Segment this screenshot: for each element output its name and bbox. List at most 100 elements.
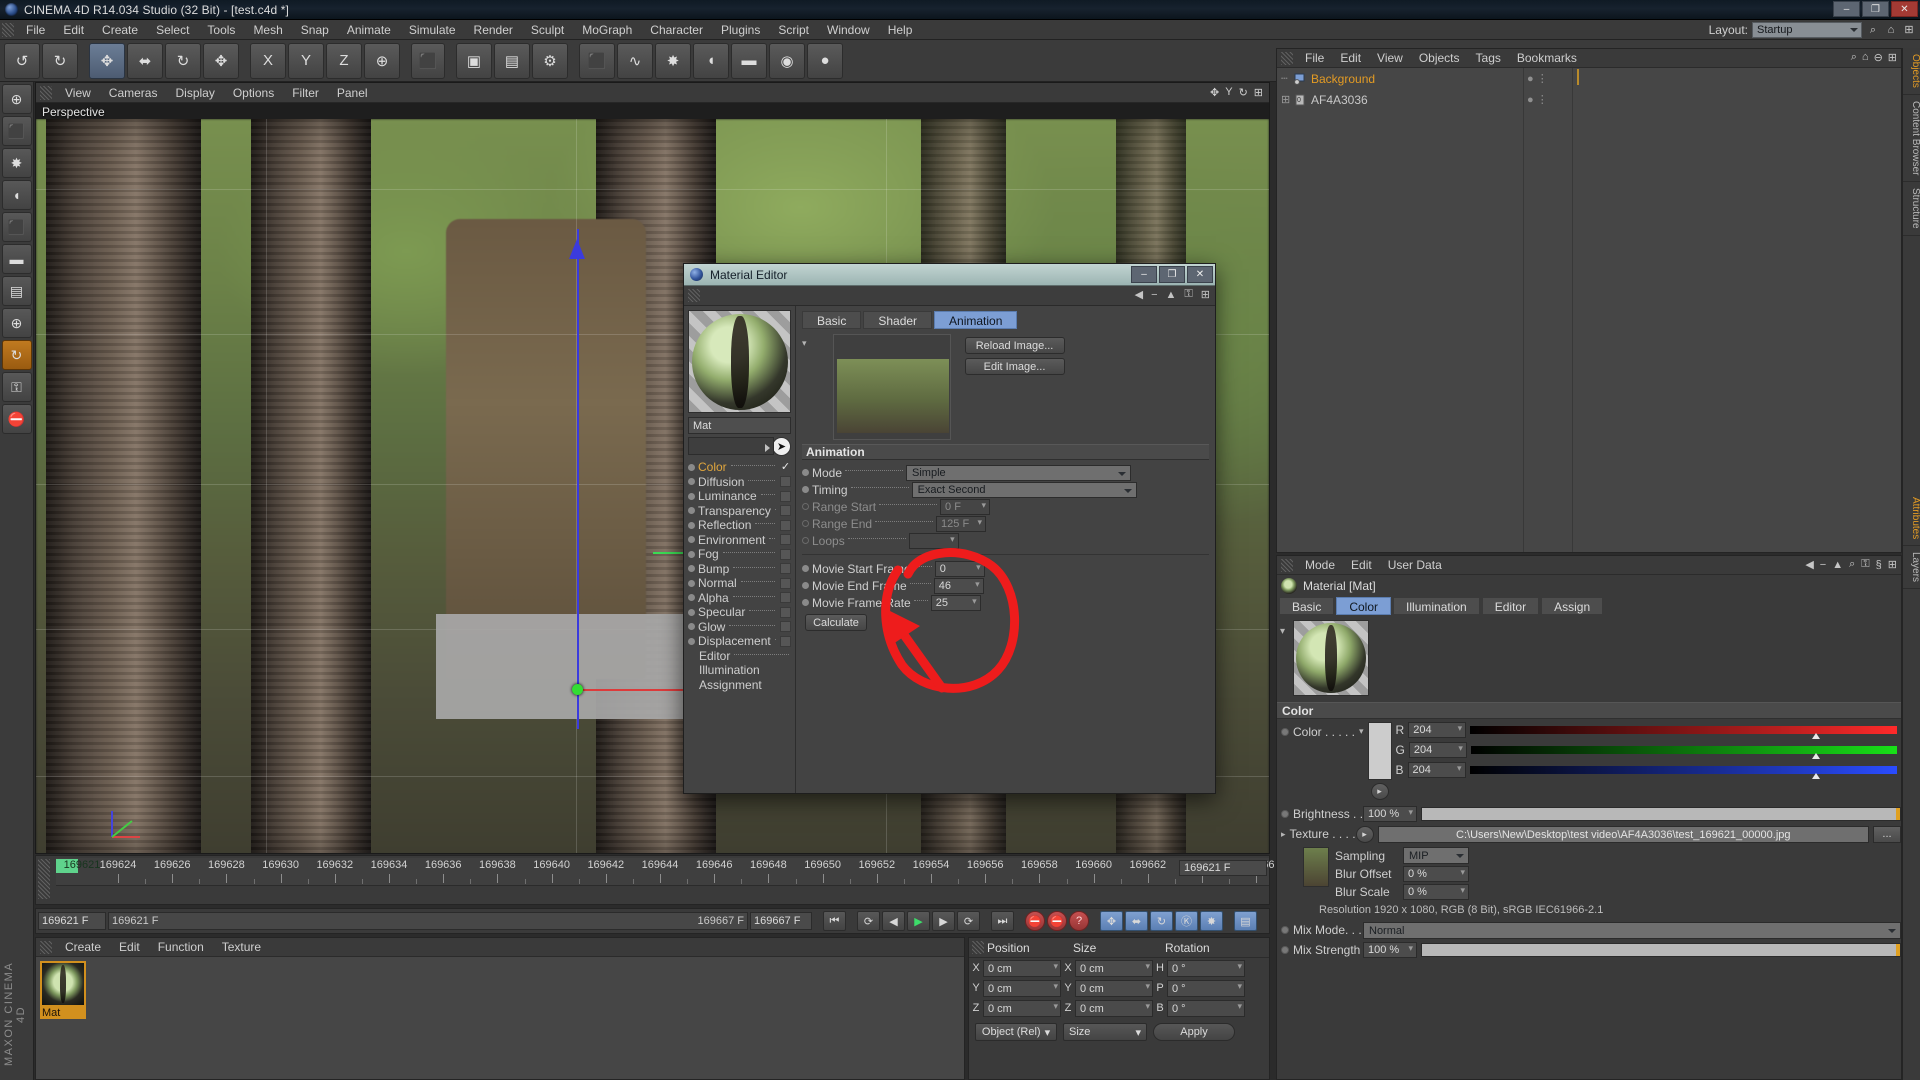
size-z-input[interactable]: 0 cm ▾ — [1075, 999, 1153, 1017]
menu-sculpt[interactable]: Sculpt — [522, 20, 573, 40]
calculate-button[interactable]: Calculate — [805, 614, 867, 631]
add-generator-button[interactable]: ✸ — [655, 42, 691, 79]
channel-bullet-icon[interactable] — [688, 579, 695, 587]
up-arrow-icon[interactable]: ▲ — [1166, 289, 1177, 301]
axis-x-button[interactable]: X — [250, 42, 286, 79]
record-active-objects-button[interactable]: ⛔ — [1025, 911, 1045, 931]
coordinates-grip-icon[interactable] — [972, 941, 984, 954]
home-icon[interactable]: ⌂ — [1884, 23, 1898, 37]
menu-create[interactable]: Create — [93, 20, 147, 40]
point-mode-button[interactable]: ✸ — [1, 148, 32, 178]
channel-normal[interactable]: Normal — [688, 576, 791, 591]
render-region-button[interactable]: ▤ — [494, 42, 530, 79]
size-y-input[interactable]: 0 cm ▾ — [1075, 979, 1153, 997]
material-editor-dialog[interactable]: Material Editor – ❐ ✕ ◀ − ▲ ⚿ ⊞ Mat ➤ Co… — [683, 263, 1216, 794]
tab-illumination[interactable]: Illumination — [1393, 597, 1480, 615]
channel-transparency[interactable]: Transparency — [688, 504, 791, 519]
apply-button[interactable]: Apply — [1153, 1023, 1235, 1041]
redo-button[interactable]: ↻ — [42, 42, 78, 79]
channel-glow[interactable]: Glow — [688, 620, 791, 635]
pin-icon[interactable]: ⊞ — [1888, 558, 1897, 571]
menu-window[interactable]: Window — [818, 20, 879, 40]
checkmark-icon[interactable]: ✓ — [780, 461, 791, 473]
me-maximize-button[interactable]: ❐ — [1159, 266, 1185, 283]
model-mode-button[interactable]: ▬ — [1, 244, 32, 274]
axis-origin-handle[interactable] — [572, 684, 583, 695]
attributes-menu-edit[interactable]: Edit — [1343, 556, 1380, 575]
object-name-af4a3036[interactable]: AF4A3036 — [1311, 93, 1368, 107]
loop-button[interactable]: ⟳ — [957, 911, 980, 931]
channel-bullet-icon[interactable] — [688, 608, 695, 616]
mode-bullet-icon[interactable] — [802, 469, 809, 476]
brightness-input[interactable]: 100 % ▾ — [1363, 806, 1417, 822]
autokeying-button[interactable]: ⛔ — [1047, 911, 1067, 931]
me-tab-animation[interactable]: Animation — [934, 311, 1018, 329]
channel-r-marker[interactable] — [1811, 733, 1820, 739]
channel-b-input[interactable]: 204 ▾ — [1407, 762, 1466, 778]
layout-dropdown[interactable]: Startup — [1752, 22, 1862, 38]
object-menu-bookmarks[interactable]: Bookmarks — [1509, 49, 1585, 68]
channel-illumination[interactable]: Illumination — [688, 663, 791, 678]
channel-bullet-icon[interactable] — [688, 507, 695, 515]
enable-axis-button[interactable]: ↻ — [1, 340, 32, 370]
mix-strength-slider[interactable] — [1421, 943, 1901, 957]
mix-strength-input[interactable]: 100 % ▾ — [1363, 942, 1417, 958]
channel-checkbox[interactable] — [780, 635, 791, 647]
texture-preview-box[interactable] — [832, 334, 951, 440]
viewport-mode-button[interactable]: ⊕ — [1, 84, 32, 114]
texture-browse-button[interactable]: ... — [1873, 825, 1901, 843]
mix-mode-bullet-icon[interactable] — [1281, 926, 1289, 934]
channel-environment[interactable]: Environment — [688, 533, 791, 548]
object-manager-grip-icon[interactable] — [1281, 51, 1293, 65]
object-visibility-dots-2[interactable]: ● ⋮ — [1527, 93, 1548, 106]
lock-icon[interactable]: ⚿ — [1184, 288, 1192, 301]
dock-tab-attributes[interactable]: Attributes — [1903, 491, 1920, 547]
add-deformer-button[interactable]: ◖ — [693, 42, 729, 79]
spinner-icon[interactable]: ▾ — [1053, 981, 1058, 990]
spinner-icon[interactable]: ▾ — [1237, 981, 1242, 990]
rotate-view-icon[interactable]: ↻ — [1239, 86, 1248, 99]
timing-bullet-icon[interactable] — [802, 486, 809, 493]
spinner-icon[interactable]: ▾ — [1460, 868, 1465, 877]
spinner-icon[interactable]: ▾ — [972, 596, 977, 605]
record-parameter-button[interactable]: Ⓚ — [1175, 911, 1198, 931]
me-tab-shader[interactable]: Shader — [863, 311, 933, 329]
viewport-nav-icons[interactable]: ✥ Y ↻ ⊞ — [1210, 86, 1263, 99]
movie-end-bullet-icon[interactable] — [802, 582, 809, 589]
channel-bullet-icon[interactable] — [688, 565, 695, 573]
texture-expand-icon[interactable]: ▸ — [1281, 829, 1286, 840]
texture-path-field[interactable]: C:\Users\New\Desktop\test video\AF4A3036… — [1377, 825, 1869, 843]
material-menu-texture[interactable]: Texture — [213, 938, 270, 957]
spinner-icon[interactable]: ▾ — [1145, 961, 1150, 970]
movie-end-frame-input[interactable]: 46 ▾ — [933, 577, 984, 594]
channel-search-input[interactable] — [688, 437, 774, 455]
object-name-background[interactable]: Background — [1311, 72, 1375, 86]
zoom-icon[interactable]: Y — [1225, 86, 1232, 99]
viewport-grip-icon[interactable] — [40, 85, 52, 100]
tab-assign[interactable]: Assign — [1541, 597, 1604, 615]
position-z-input[interactable]: 0 cm ▾ — [983, 999, 1061, 1017]
tab-editor[interactable]: Editor — [1481, 597, 1540, 615]
channel-checkbox[interactable] — [780, 548, 791, 560]
channel-bullet-icon[interactable] — [688, 594, 695, 602]
add-camera-button[interactable]: ◉ — [769, 42, 805, 79]
color-expand-icon[interactable]: ▾ — [1359, 726, 1364, 737]
move-selection-button[interactable]: ✥ — [203, 42, 239, 79]
channel-reflection[interactable]: Reflection — [688, 518, 791, 533]
channel-color[interactable]: Color ✓ — [688, 460, 791, 475]
viewport-menu-options[interactable]: Options — [224, 83, 283, 103]
size-x-input[interactable]: 0 cm ▾ — [1075, 959, 1153, 977]
material-manager-grip-icon[interactable] — [40, 940, 52, 954]
keyframe-selection-button[interactable]: ? — [1069, 911, 1089, 931]
material-name-input[interactable]: Mat — [688, 417, 791, 434]
forward-arrow-icon[interactable]: − — [1820, 559, 1826, 571]
spinner-icon[interactable]: ▾ — [1458, 724, 1463, 733]
attributes-grip-icon[interactable] — [1281, 558, 1293, 572]
spinner-icon[interactable]: ▾ — [975, 579, 980, 588]
render-view-button[interactable]: ▣ — [456, 42, 492, 79]
channel-r-input[interactable]: 204 ▾ — [1408, 722, 1467, 738]
object-menu-file[interactable]: File — [1297, 49, 1332, 68]
blur-offset-input[interactable]: 0 % ▾ — [1403, 866, 1469, 882]
maximize-button[interactable]: ❐ — [1862, 1, 1889, 17]
texture-thumbnail[interactable] — [1303, 847, 1329, 887]
